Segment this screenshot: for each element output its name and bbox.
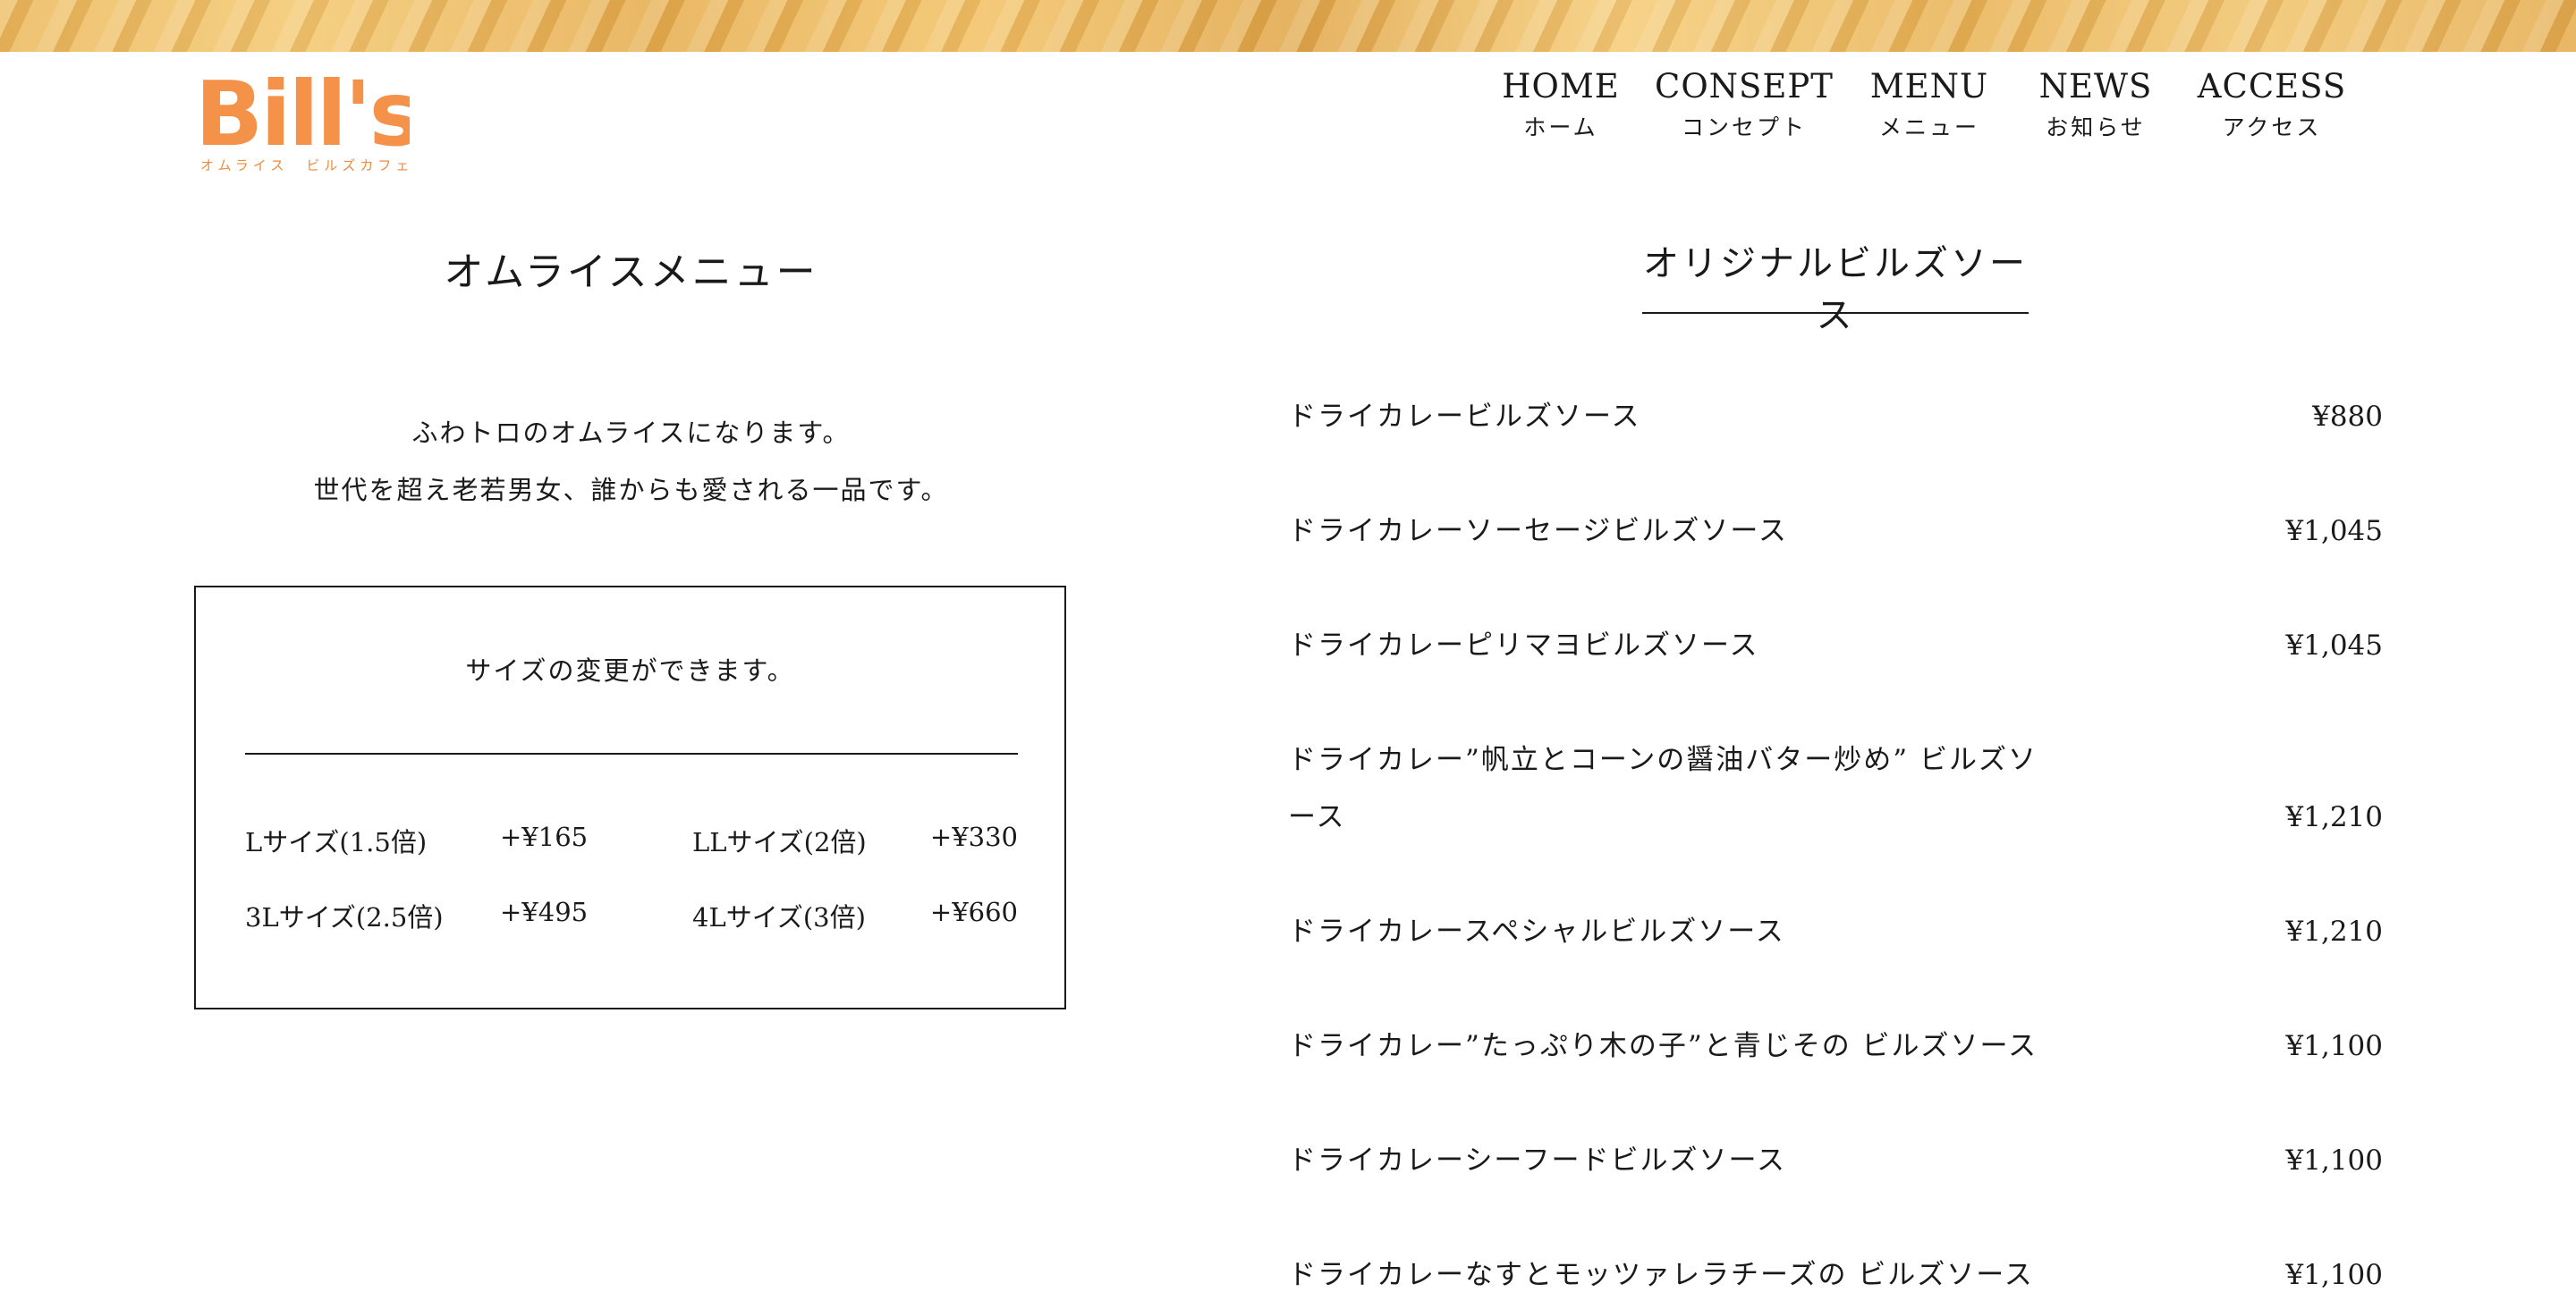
menu-item-name: ドライカレースペシャルビルズソース xyxy=(1288,916,1785,948)
menu-intro: ふわトロのオムライスになります。 世代を超え老若男女、誰からも愛される一品です。 xyxy=(194,404,1068,519)
menu-item-price: ¥1,045 xyxy=(2285,629,2383,662)
menu-item-name: ドライカレーなすとモッツァレラチーズの ビルズソース xyxy=(1288,1259,2034,1291)
menu-item-price: ¥1,210 xyxy=(2285,916,2383,948)
menu-item: ドライカレー”帆立とコーンの醤油バター炒め” ビルズソース ¥1,210 xyxy=(1288,731,2383,846)
menu-item-name: ドライカレー”帆立とコーンの醤油バター炒め” ビルズソース xyxy=(1288,744,2038,833)
intro-line-1: ふわトロのオムライスになります。 xyxy=(411,418,851,448)
nav-access-label: ACCESS xyxy=(2197,67,2347,106)
size-option-price: +¥165 xyxy=(500,822,589,852)
nav-access-sublabel: アクセス xyxy=(2222,114,2322,140)
menu-item: ドライカレースペシャルビルズソース ¥1,210 xyxy=(1288,903,2383,960)
menu-item-price: ¥1,100 xyxy=(2285,1259,2383,1291)
menu-item-price: ¥880 xyxy=(2312,401,2383,433)
menu-item-price: ¥1,100 xyxy=(2285,1144,2383,1177)
menu-item-name: ドライカレー”たっぷり木の子”と青じその ビルズソース xyxy=(1288,1030,2038,1062)
nav-concept-sublabel: コンセプト xyxy=(1681,114,1807,140)
nav-news-label: NEWS xyxy=(2038,67,2153,106)
nav-news[interactable]: NEWS お知らせ xyxy=(2029,64,2163,141)
size-box-title: サイズの変更ができます。 xyxy=(465,655,795,686)
omurice-menu-title: オムライスメニュー xyxy=(444,249,818,295)
size-option-price: +¥330 xyxy=(929,822,1018,852)
size-option-price: +¥660 xyxy=(929,897,1018,927)
size-options-box: サイズの変更ができます。 Lサイズ(1.5倍) +¥165 LLサイズ(2倍) … xyxy=(194,586,1066,1009)
nav-menu-sublabel: メニュー xyxy=(1878,114,1979,140)
intro-line-2: 世代を超え老若男女、誰からも愛される一品です。 xyxy=(313,475,949,505)
nav-news-sublabel: お知らせ xyxy=(2046,114,2146,140)
menu-item-name: ドライカレービルズソース xyxy=(1288,401,1641,433)
nav-concept-label: CONSEPT xyxy=(1655,67,1834,106)
size-option-label: Lサイズ(1.5倍) xyxy=(245,827,428,857)
size-option-label: 3Lサイズ(2.5倍) xyxy=(245,902,444,933)
menu-item: ドライカレーシーフードビルズソース ¥1,100 xyxy=(1288,1132,2383,1189)
menu-item-name: ドライカレーシーフードビルズソース xyxy=(1288,1144,1786,1177)
nav-menu-label: MENU xyxy=(1869,67,1989,106)
menu-item: ドライカレーなすとモッツァレラチーズの ビルズソース ¥1,100 xyxy=(1288,1246,2383,1304)
menu-item-price: ¥1,100 xyxy=(2285,1030,2383,1062)
menu-item: ドライカレー”たっぷり木の子”と青じその ビルズソース ¥1,100 xyxy=(1288,1018,2383,1075)
menu-item: ドライカレービルズソース ¥880 xyxy=(1288,388,2383,445)
logo-graphic: Bill's xyxy=(195,62,410,154)
nav-menu[interactable]: MENU メニュー xyxy=(1853,64,2005,141)
size-option-label: LLサイズ(2倍) xyxy=(692,827,867,857)
main-nav: HOME ホーム CONSEPT コンセプト MENU メニュー NEWS お知… xyxy=(1485,64,2379,154)
nav-home-sublabel: ホーム xyxy=(1523,114,1598,140)
nav-access[interactable]: ACCESS アクセス xyxy=(2191,64,2352,141)
size-box-divider xyxy=(245,753,1018,755)
hero-image-strip xyxy=(0,0,2576,52)
menu-item: ドライカレーピリマヨビルズソース ¥1,045 xyxy=(1288,617,2383,674)
bills-sauce-title-underline xyxy=(1642,312,2029,314)
nav-home-label: HOME xyxy=(1502,67,1620,106)
menu-item-name: ドライカレーピリマヨビルズソース xyxy=(1288,629,1759,662)
nav-concept[interactable]: CONSEPT コンセプト xyxy=(1655,64,1834,141)
size-option-price: +¥495 xyxy=(500,897,589,927)
menu-item-price: ¥1,045 xyxy=(2285,515,2383,547)
logo-subtitle: オムライス ビルズカフェ xyxy=(200,157,414,173)
nav-home[interactable]: HOME ホーム xyxy=(1485,64,1637,141)
size-option-label: 4Lサイズ(3倍) xyxy=(692,902,866,933)
menu-item-name: ドライカレーソーセージビルズソース xyxy=(1288,515,1788,547)
svg-text:Bill's: Bill's xyxy=(195,62,410,154)
bills-sauce-title: オリジナルビルズソース xyxy=(1643,243,2028,336)
menu-item-price: ¥1,210 xyxy=(2285,801,2383,833)
menu-item: ドライカレーソーセージビルズソース ¥1,045 xyxy=(1288,502,2383,560)
site-logo[interactable]: Bill's オムライス ビルズカフェ xyxy=(195,55,410,175)
